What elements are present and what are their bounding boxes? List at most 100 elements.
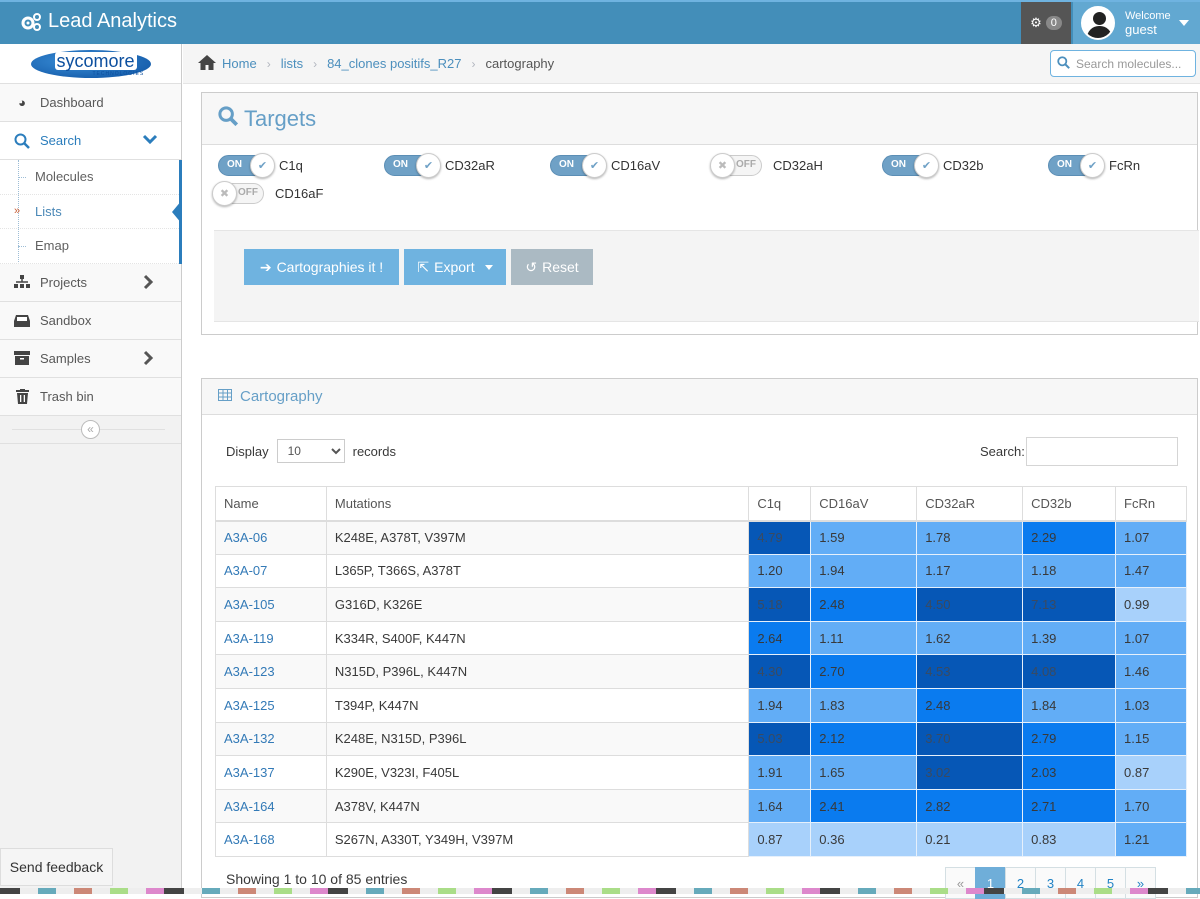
toggle-switch[interactable]: ON ✔ <box>550 153 607 178</box>
sidebar-item-label: Trash bin <box>40 388 94 404</box>
bottom-color-strip <box>0 888 1200 894</box>
breadcrumb-current: cartography <box>485 56 555 71</box>
column-header-cd16av[interactable]: CD16aV <box>810 486 918 522</box>
molecule-link[interactable]: A3A-168 <box>224 832 275 847</box>
target-toggle-cd32ah[interactable]: OFF ✖ CD32aH <box>710 153 823 178</box>
sidebar-item-projects[interactable]: Projects <box>0 263 181 302</box>
target-toggle-fcrn[interactable]: ON ✔ FcRn <box>1048 153 1140 178</box>
pagination-page-3[interactable]: 3 <box>1035 867 1066 899</box>
sidebar-item-label: Projects <box>40 274 87 290</box>
toggle-switch[interactable]: ON ✔ <box>218 153 275 178</box>
table-row[interactable]: A3A-137 K290E, V323I, F405L 1.91 1.65 3.02 2.… <box>215 755 1187 790</box>
targets-title: Targets <box>244 105 317 131</box>
sidebar-subitem-molecules[interactable]: Molecules <box>0 160 179 195</box>
double-angle-right-icon: » <box>14 205 21 218</box>
table-row[interactable]: A3A-123 N315D, P396L, K447N 4.30 2.70 4.53 4.… <box>215 654 1187 689</box>
send-feedback-button[interactable]: Send feedback <box>0 848 113 886</box>
cartography-title: Cartography <box>240 388 323 405</box>
molecule-search-input[interactable]: Search molecules... <box>1050 50 1196 77</box>
cell-mutations: K248E, A378T, V397M <box>325 520 750 555</box>
reset-button[interactable]: ↺ Reset <box>511 249 593 285</box>
molecule-link[interactable]: A3A-119 <box>224 631 274 646</box>
x-icon: ✖ <box>212 181 237 206</box>
toggle-switch[interactable]: OFF ✖ <box>212 181 264 206</box>
user-menu[interactable]: Welcome guest <box>1073 2 1200 44</box>
cell-mutations: L365P, T366S, A378T <box>325 553 750 589</box>
column-header-fcrn[interactable]: FcRn <box>1115 486 1187 522</box>
toggle-switch[interactable]: OFF ✖ <box>710 153 762 178</box>
sidebar-collapse-button[interactable]: « <box>81 419 100 439</box>
gear-icon: ⚙ <box>1030 15 1042 30</box>
gears-icon <box>21 12 41 31</box>
toggle-switch[interactable]: ON ✔ <box>882 153 939 178</box>
sidebar-subitem-lists[interactable]: » Lists <box>0 195 182 229</box>
pagination-prev[interactable]: « <box>945 867 976 899</box>
target-toggle-cd32b[interactable]: ON ✔ CD32b <box>882 153 983 178</box>
breadcrumb-home[interactable]: Home <box>222 56 257 71</box>
table-row[interactable]: A3A-119 K334R, S400F, K447N 2.64 1.11 1.62 1.… <box>215 620 1187 656</box>
table-row[interactable]: A3A-06 K248E, A378T, V397M 4.79 1.59 1.78 2.2… <box>215 520 1187 555</box>
table-row[interactable]: A3A-132 K248E, N315D, P396L 5.03 2.12 3.70 2.… <box>215 721 1187 757</box>
toggle-state-label: OFF <box>736 159 756 170</box>
pagination-next[interactable]: » <box>1125 867 1156 899</box>
sidebar-subitem-emap[interactable]: Emap <box>0 229 179 264</box>
sidebar-item-search[interactable]: Search <box>0 122 181 160</box>
cell-mutations: K334R, S400F, K447N <box>325 620 750 656</box>
targets-panel: Targets ON ✔ C1q ON ✔ CD32aR ON ✔ CD16aV OFF ✖ CD32… <box>201 92 1199 335</box>
inbox-icon <box>12 314 32 327</box>
table-row[interactable]: A3A-105 G316D, K326E 5.18 2.48 4.50 7.13 0.99 <box>215 587 1187 622</box>
cartography-button[interactable]: ➔ Cartographies it ! <box>244 249 399 285</box>
column-header-cd32ar[interactable]: CD32aR <box>916 486 1024 522</box>
targets-header: Targets <box>202 93 1197 145</box>
column-header-c1q[interactable]: C1q <box>748 486 812 522</box>
table-row[interactable]: A3A-164 A378V, K447N 1.64 2.41 2.82 2.71 1.70 <box>215 788 1187 824</box>
pagination-page-5[interactable]: 5 <box>1095 867 1126 899</box>
sidebar-item-sandbox[interactable]: Sandbox <box>0 301 181 340</box>
molecule-link[interactable]: A3A-105 <box>224 597 275 612</box>
table-row[interactable]: A3A-07 L365P, T366S, A378T 1.20 1.94 1.17 1.1… <box>215 553 1187 589</box>
target-toggle-cd32ar[interactable]: ON ✔ CD32aR <box>384 153 495 178</box>
molecule-link[interactable]: A3A-125 <box>224 698 275 713</box>
target-toggle-c1q[interactable]: ON ✔ C1q <box>218 153 303 178</box>
table-row[interactable]: A3A-168 S267N, A330T, Y349H, V397M 0.87 0.3… <box>215 822 1187 857</box>
molecule-link[interactable]: A3A-06 <box>224 530 267 545</box>
target-toggle-cd16av[interactable]: ON ✔ CD16aV <box>550 153 660 178</box>
logo-text: sycomore <box>54 50 137 71</box>
molecule-link[interactable]: A3A-164 <box>224 799 275 814</box>
column-header-cd32b[interactable]: CD32b <box>1022 486 1117 522</box>
target-toggle-cd16af[interactable]: OFF ✖ CD16aF <box>212 181 324 206</box>
cell-mutations: G316D, K326E <box>325 587 750 622</box>
page-length-control: Display 10 records <box>226 439 396 463</box>
toggle-switch[interactable]: ON ✔ <box>384 153 441 178</box>
molecule-link[interactable]: A3A-123 <box>224 664 275 679</box>
breadcrumb-lists[interactable]: lists <box>281 56 303 71</box>
sidebar-item-dashboard[interactable]: ◕ Dashboard <box>0 84 181 122</box>
table-icon <box>218 388 232 405</box>
pagination-page-2[interactable]: 2 <box>1005 867 1036 899</box>
check-icon: ✔ <box>416 153 441 178</box>
pagination-page-4[interactable]: 4 <box>1065 867 1096 899</box>
table-search-input[interactable] <box>1025 437 1178 466</box>
page-length-select[interactable]: 10 <box>276 439 345 463</box>
settings-notifications-button[interactable]: ⚙ 0 <box>1021 2 1071 44</box>
app-brand[interactable]: Lead Analytics <box>20 10 177 33</box>
molecule-link[interactable]: A3A-137 <box>224 765 275 780</box>
sidebar-item-samples[interactable]: Samples <box>0 339 181 378</box>
toggle-switch[interactable]: ON ✔ <box>1048 153 1105 178</box>
cell-mutations: A378V, K447N <box>325 788 750 824</box>
cartography-table: Name Mutations C1q CD16aV CD32aR CD32b FcRn A3… <box>215 486 1187 857</box>
molecule-link[interactable]: A3A-07 <box>224 563 267 578</box>
export-button[interactable]: ⇱ Export <box>404 249 506 285</box>
table-row[interactable]: A3A-125 T394P, K447N 1.94 1.83 2.48 1.84 1.03 <box>215 687 1187 723</box>
target-name: CD16aF <box>275 186 324 201</box>
column-header-mutations[interactable]: Mutations <box>325 486 750 522</box>
heat-cell-cd32ar: 3.02 <box>916 755 1024 790</box>
breadcrumb-list-name[interactable]: 84_clones positifs_R27 <box>327 56 461 71</box>
heat-cell-fcrn: 1.03 <box>1115 687 1187 723</box>
toggle-state-label: ON <box>1057 159 1072 170</box>
sidebar-item-trash-bin[interactable]: Trash bin <box>0 377 181 416</box>
molecule-link[interactable]: A3A-132 <box>224 731 275 746</box>
heat-cell-fcrn: 1.07 <box>1115 520 1187 555</box>
pagination-page-1[interactable]: 1 <box>975 867 1006 899</box>
column-header-name[interactable]: Name <box>215 486 327 522</box>
